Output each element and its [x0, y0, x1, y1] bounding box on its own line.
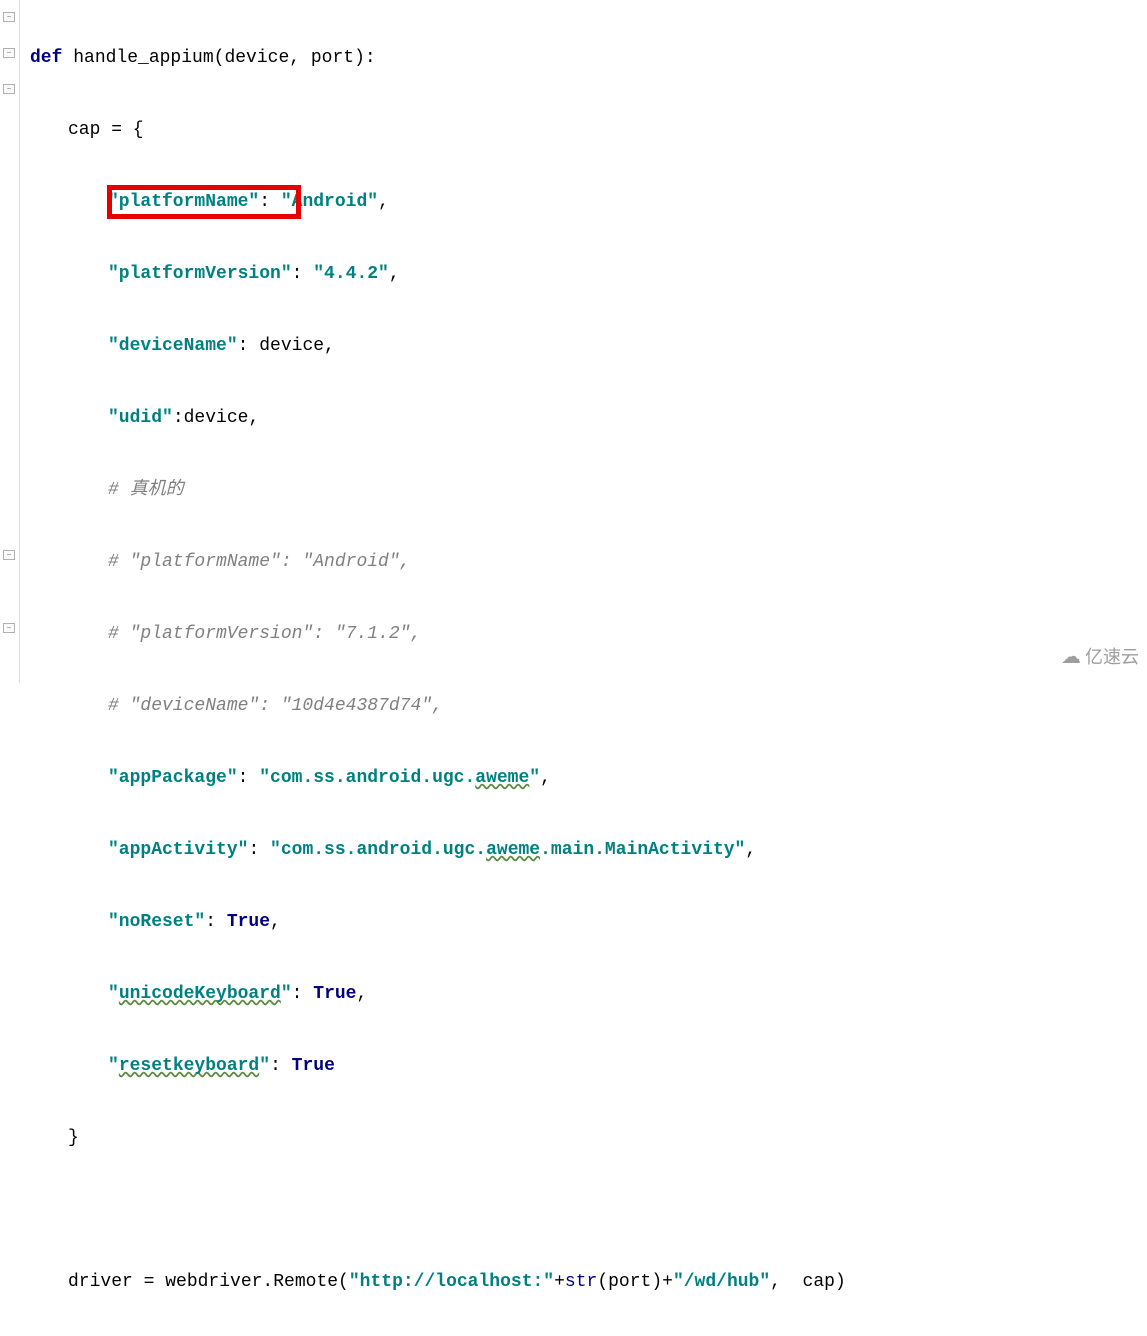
- watermark-text: 亿速云: [1085, 639, 1139, 675]
- code-line: "unicodeKeyboard": True,: [22, 976, 1147, 1012]
- code-line: "platformName": "Android",: [22, 184, 1147, 220]
- code-line: "appActivity": "com.ss.android.ugc.aweme…: [22, 832, 1147, 868]
- code-editor[interactable]: def handle_appium(device, port): cap = {…: [22, 0, 1147, 1336]
- watermark: ☁ 亿速云: [1061, 637, 1139, 677]
- blank-line: [22, 1192, 1147, 1228]
- code-line: "platformVersion": "4.4.2",: [22, 256, 1147, 292]
- code-line: "resetkeyboard": True: [22, 1048, 1147, 1084]
- code-line: "noReset": True,: [22, 904, 1147, 940]
- code-line: cap = {: [22, 112, 1147, 148]
- function-name: handle_appium: [73, 48, 213, 68]
- fold-marker[interactable]: −: [3, 48, 15, 58]
- code-line: }: [22, 1120, 1147, 1156]
- code-line-udid: "udid":device,: [22, 400, 1147, 436]
- comment-line: # "deviceName": "10d4e4387d74",: [22, 688, 1147, 724]
- fold-marker[interactable]: −: [3, 550, 15, 560]
- keyword-def: def: [30, 48, 62, 68]
- fold-marker[interactable]: −: [3, 623, 15, 633]
- fold-marker[interactable]: −: [3, 12, 15, 22]
- code-line: "deviceName": device,: [22, 328, 1147, 364]
- code-line: "appPackage": "com.ss.android.ugc.aweme"…: [22, 760, 1147, 796]
- comment-line: # "platformName": "Android",: [22, 544, 1147, 580]
- fold-marker[interactable]: −: [3, 84, 15, 94]
- code-line: driver = webdriver.Remote("http://localh…: [22, 1264, 1147, 1300]
- function-params: (device, port):: [214, 48, 376, 68]
- cloud-icon: ☁: [1061, 637, 1081, 677]
- comment-line: # 真机的: [22, 472, 1147, 508]
- editor-gutter: − − − − −: [0, 0, 20, 683]
- comment-line: # "platformVersion": "7.1.2",: [22, 616, 1147, 652]
